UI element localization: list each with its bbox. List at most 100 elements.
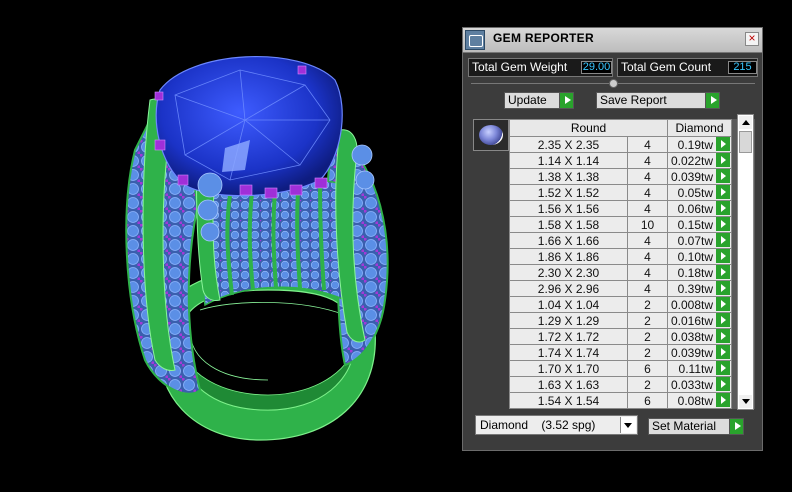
green-arrow-icon[interactable] bbox=[716, 297, 730, 311]
green-arrow-icon[interactable] bbox=[716, 153, 730, 167]
total-gem-weight-label: Total Gem Weight bbox=[472, 60, 568, 74]
green-arrow-icon[interactable] bbox=[716, 137, 730, 151]
set-material-button-label: Set Material bbox=[652, 419, 717, 433]
green-arrow-icon[interactable] bbox=[716, 265, 730, 279]
gem-weight-cell: 0.15tw bbox=[667, 216, 732, 233]
gem-weight: 0.07tw bbox=[677, 233, 713, 248]
green-arrow-icon[interactable] bbox=[716, 393, 730, 407]
gem-row[interactable]: 1.52 X 1.52 4 0.05tw bbox=[509, 184, 732, 201]
close-icon[interactable]: × bbox=[745, 32, 759, 46]
gem-count: 2 bbox=[627, 376, 668, 393]
green-arrow-icon[interactable] bbox=[716, 377, 730, 391]
gem-reporter-icon bbox=[465, 30, 485, 50]
update-button-label: Update bbox=[508, 93, 547, 107]
gem-weight-cell: 0.18tw bbox=[667, 264, 732, 281]
title-bar[interactable]: GEM REPORTER × bbox=[463, 28, 762, 53]
gem-reporter-window: GEM REPORTER × Total Gem Weight 29.00 To… bbox=[462, 27, 763, 451]
gem-row[interactable]: 1.66 X 1.66 4 0.07tw bbox=[509, 232, 732, 249]
scroll-up-icon[interactable] bbox=[739, 116, 752, 129]
gem-row[interactable]: 1.54 X 1.54 6 0.08tw bbox=[509, 392, 732, 409]
gem-weight: 0.039tw bbox=[670, 345, 713, 360]
gem-row[interactable]: 1.29 X 1.29 2 0.016tw bbox=[509, 312, 732, 329]
gem-size: 1.72 X 1.72 bbox=[509, 328, 628, 345]
chevron-down-icon[interactable] bbox=[620, 417, 636, 433]
save-report-button[interactable]: Save Report bbox=[596, 92, 720, 109]
gem-row[interactable]: 1.63 X 1.63 2 0.033tw bbox=[509, 376, 732, 393]
gem-list-scrollbar[interactable] bbox=[737, 114, 754, 410]
update-button[interactable]: Update bbox=[504, 92, 574, 109]
set-material-button[interactable]: Set Material bbox=[648, 418, 744, 435]
gem-weight-cell: 0.039tw bbox=[667, 344, 732, 361]
scroll-thumb[interactable] bbox=[739, 131, 752, 153]
slider-handle[interactable] bbox=[609, 79, 618, 88]
gem-row[interactable]: 2.96 X 2.96 4 0.39tw bbox=[509, 280, 732, 297]
3d-viewport[interactable] bbox=[0, 0, 462, 489]
gem-count: 6 bbox=[627, 360, 668, 377]
green-arrow-icon[interactable] bbox=[716, 201, 730, 215]
header-material[interactable]: Diamond bbox=[667, 119, 732, 137]
gem-count: 4 bbox=[627, 200, 668, 217]
window-title: GEM REPORTER bbox=[493, 31, 594, 45]
gem-row[interactable]: 2.35 X 2.35 4 0.19tw bbox=[509, 136, 732, 153]
gem-thumbnail[interactable] bbox=[473, 119, 509, 151]
gem-weight: 0.038tw bbox=[670, 329, 713, 344]
gem-size: 2.35 X 2.35 bbox=[509, 136, 628, 153]
green-arrow-icon[interactable] bbox=[716, 185, 730, 199]
green-arrow-icon[interactable] bbox=[716, 313, 730, 327]
gem-weight-cell: 0.39tw bbox=[667, 280, 732, 297]
gem-row[interactable]: 1.38 X 1.38 4 0.039tw bbox=[509, 168, 732, 185]
green-arrow-icon[interactable] bbox=[716, 249, 730, 263]
gem-weight: 0.039tw bbox=[670, 169, 713, 184]
green-arrow-icon[interactable] bbox=[716, 329, 730, 343]
total-gem-weight: Total Gem Weight 29.00 bbox=[468, 58, 613, 77]
round-gem-icon bbox=[479, 125, 503, 145]
green-arrow-icon[interactable] bbox=[716, 345, 730, 359]
gem-row[interactable]: 1.04 X 1.04 2 0.008tw bbox=[509, 296, 732, 313]
gem-size: 2.96 X 2.96 bbox=[509, 280, 628, 297]
gem-weight-cell: 0.05tw bbox=[667, 184, 732, 201]
gem-weight-cell: 0.033tw bbox=[667, 376, 732, 393]
gem-row[interactable]: 1.70 X 1.70 6 0.11tw bbox=[509, 360, 732, 377]
header-shape[interactable]: Round bbox=[509, 119, 668, 137]
gem-row[interactable]: 2.30 X 2.30 4 0.18tw bbox=[509, 264, 732, 281]
gem-size: 1.74 X 1.74 bbox=[509, 344, 628, 361]
save-report-button-label: Save Report bbox=[600, 93, 667, 107]
total-gem-count-value: 215 bbox=[728, 61, 757, 74]
gem-weight: 0.008tw bbox=[670, 297, 713, 312]
total-gem-weight-value: 29.00 bbox=[581, 61, 612, 74]
gem-count: 4 bbox=[627, 168, 668, 185]
gem-weight-cell: 0.06tw bbox=[667, 200, 732, 217]
gem-row[interactable]: 1.14 X 1.14 4 0.022tw bbox=[509, 152, 732, 169]
gem-count: 2 bbox=[627, 344, 668, 361]
gem-row[interactable]: 1.86 X 1.86 4 0.10tw bbox=[509, 248, 732, 265]
gem-size: 1.54 X 1.54 bbox=[509, 392, 628, 409]
gem-weight: 0.08tw bbox=[677, 393, 713, 408]
gem-count: 4 bbox=[627, 280, 668, 297]
gem-row[interactable]: 1.74 X 1.74 2 0.039tw bbox=[509, 344, 732, 361]
gem-row[interactable]: 1.56 X 1.56 4 0.06tw bbox=[509, 200, 732, 217]
material-select[interactable]: Diamond (3.52 spg) bbox=[475, 415, 638, 435]
gem-count: 6 bbox=[627, 392, 668, 409]
green-arrow-icon[interactable] bbox=[716, 233, 730, 247]
gem-size: 1.56 X 1.56 bbox=[509, 200, 628, 217]
gem-weight: 0.022tw bbox=[670, 153, 713, 168]
scroll-down-icon[interactable] bbox=[739, 395, 752, 408]
gem-row[interactable]: 1.72 X 1.72 2 0.038tw bbox=[509, 328, 732, 345]
green-arrow-icon[interactable] bbox=[716, 169, 730, 183]
green-arrow-icon[interactable] bbox=[716, 281, 730, 295]
gem-size: 1.52 X 1.52 bbox=[509, 184, 628, 201]
gem-weight-cell: 0.039tw bbox=[667, 168, 732, 185]
gem-size: 1.29 X 1.29 bbox=[509, 312, 628, 329]
gem-weight: 0.10tw bbox=[677, 249, 713, 264]
gem-row[interactable]: 1.58 X 1.58 10 0.15tw bbox=[509, 216, 732, 233]
gem-count: 10 bbox=[627, 216, 668, 233]
total-gem-count: Total Gem Count 215 bbox=[617, 58, 758, 77]
gem-weight: 0.18tw bbox=[677, 265, 713, 280]
green-arrow-icon bbox=[729, 418, 744, 435]
gem-count: 4 bbox=[627, 232, 668, 249]
gem-weight: 0.15tw bbox=[677, 217, 713, 232]
green-arrow-icon[interactable] bbox=[716, 361, 730, 375]
gem-size: 1.38 X 1.38 bbox=[509, 168, 628, 185]
green-arrow-icon[interactable] bbox=[716, 217, 730, 231]
gem-size: 1.04 X 1.04 bbox=[509, 296, 628, 313]
